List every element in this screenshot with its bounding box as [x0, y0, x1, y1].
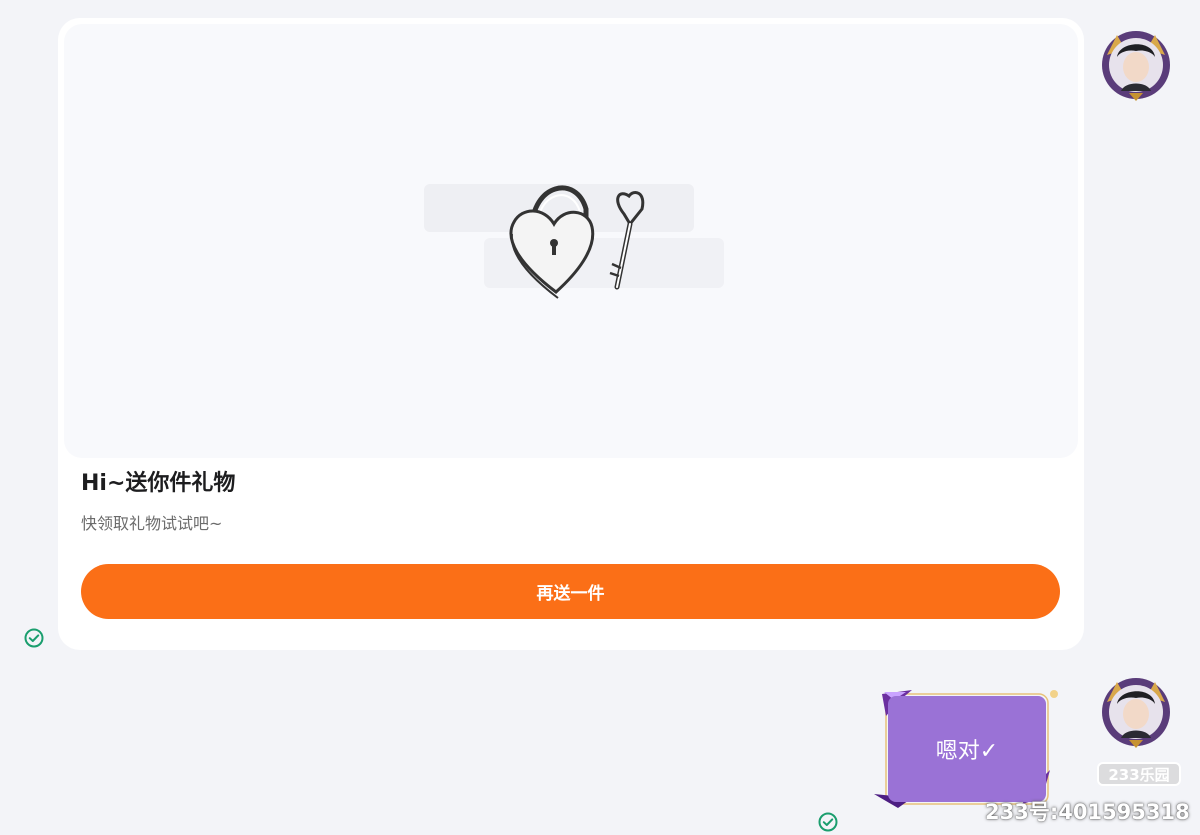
send-another-gift-button[interactable]: 再送一件 [81, 564, 1060, 619]
gift-card[interactable]: Hi~送你件礼物 快领取礼物试试吧~ 再送一件 [58, 18, 1084, 650]
sent-check-icon [818, 812, 838, 832]
watermark-id: 233号:401595318 [985, 800, 1190, 824]
gift-subtitle: 快领取礼物试试吧~ [81, 514, 223, 533]
gift-image [64, 24, 1078, 458]
message-bubble[interactable]: 嗯对✓ [872, 686, 1060, 812]
sent-check-icon [24, 628, 44, 648]
heart-lock-key-icon [424, 184, 724, 299]
user-avatar[interactable] [1099, 674, 1173, 748]
gift-title: Hi~送你件礼物 [81, 471, 236, 496]
watermark-logo: 233乐园 [1097, 762, 1181, 786]
message-text: 嗯对✓ [888, 696, 1046, 802]
user-avatar[interactable] [1099, 27, 1173, 101]
